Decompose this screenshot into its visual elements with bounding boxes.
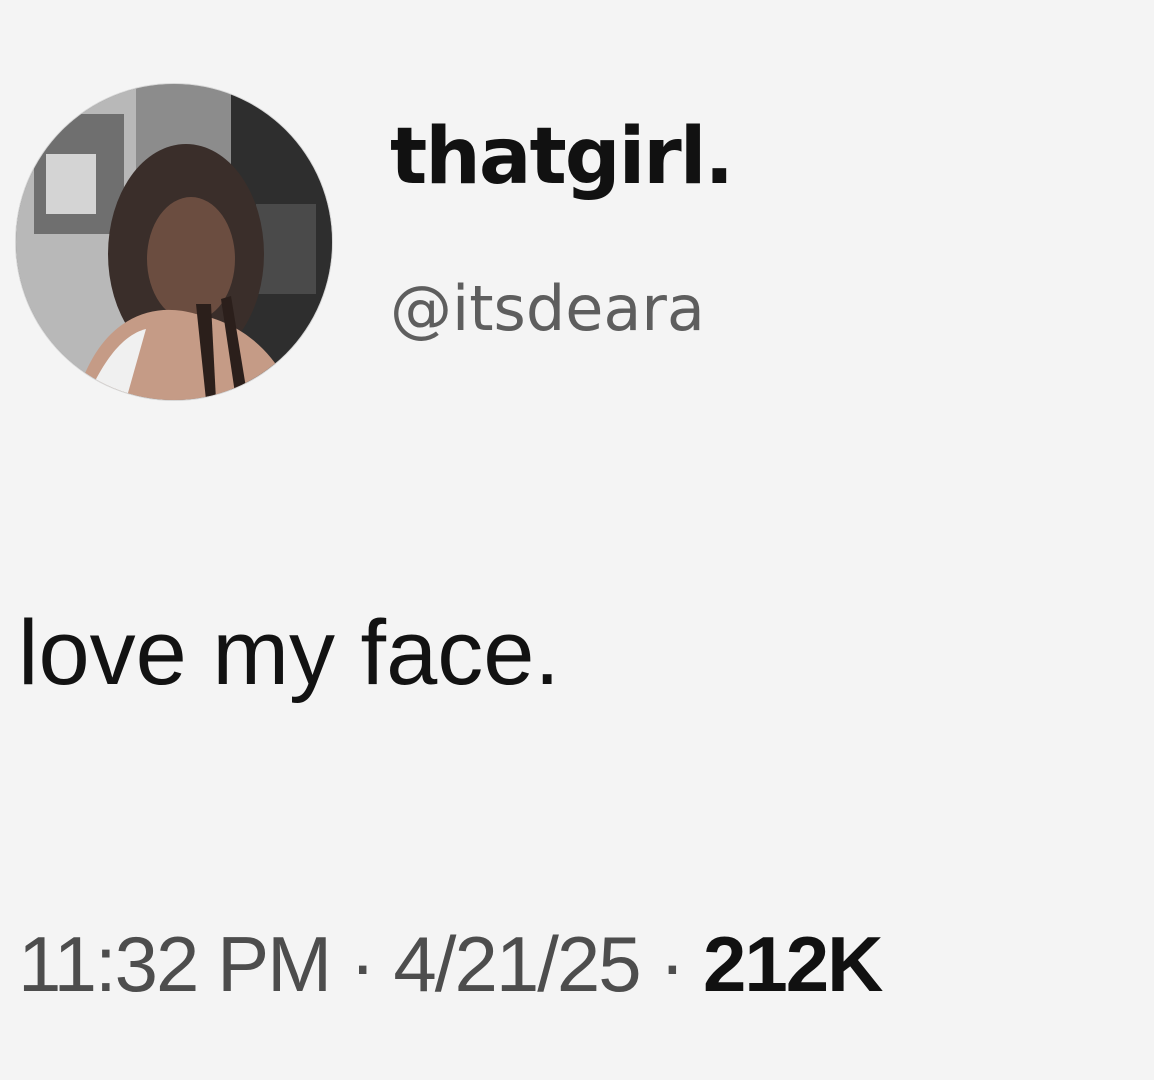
right-edge (1154, 0, 1162, 1080)
meta-separator: · (659, 920, 685, 1008)
meta-separator: · (349, 920, 376, 1008)
view-count: 212K (702, 920, 883, 1008)
user-handle[interactable]: @itsdeara (390, 278, 705, 340)
tweet-text: love my face. (18, 602, 560, 704)
tweet-time[interactable]: 11:32 PM (18, 920, 332, 1008)
display-name[interactable]: thatgirl. (390, 118, 734, 196)
tweet-meta: 11:32 PM · 4/21/25 · 212K (18, 925, 883, 1003)
tweet-date[interactable]: 4/21/25 (393, 920, 641, 1008)
profile-photo-icon (16, 84, 332, 400)
tweet-card: thatgirl. @itsdeara love my face. 11:32 … (0, 0, 1162, 1080)
avatar[interactable] (16, 84, 332, 400)
